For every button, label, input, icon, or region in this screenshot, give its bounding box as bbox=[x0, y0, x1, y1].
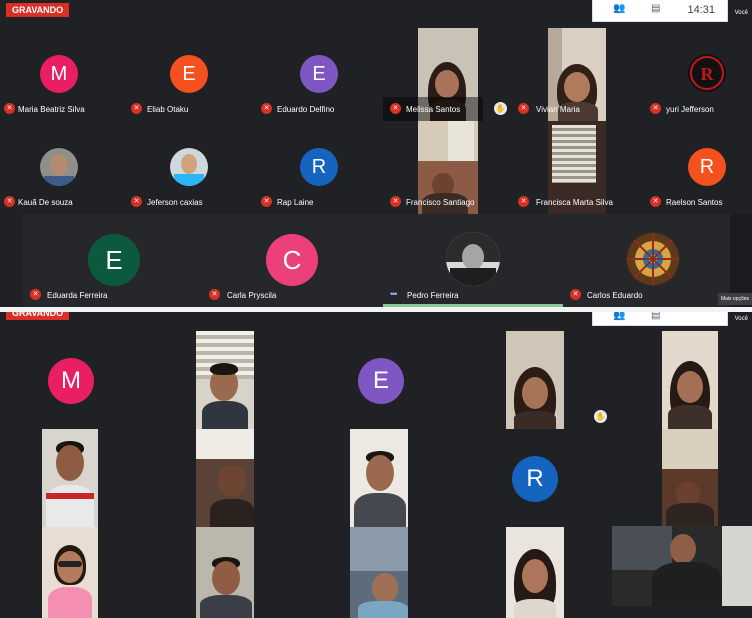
video-tile-b11 bbox=[506, 527, 564, 618]
avatar-e: E bbox=[358, 358, 404, 404]
video-tile-b7 bbox=[662, 429, 718, 527]
video-tile-b6 bbox=[350, 429, 408, 527]
active-speaker-bar bbox=[383, 304, 563, 307]
speaking-dots-icon: ••• bbox=[390, 289, 398, 299]
avatar-eduardo-delfino: E bbox=[300, 55, 338, 93]
video-tile-b5 bbox=[196, 429, 254, 527]
meeting-grid-bottom: M E ✋ R GRAVANDO 👥 ▤ Você bbox=[0, 312, 752, 618]
mic-off-icon: ✕ bbox=[570, 289, 581, 300]
video-tile-b10 bbox=[350, 527, 408, 618]
hand-icon: ✋ bbox=[494, 102, 507, 115]
participant-name: Francisco Santiago bbox=[406, 198, 475, 207]
participant-name: Pedro Ferreira bbox=[407, 291, 459, 300]
mic-off-icon: ✕ bbox=[131, 196, 142, 207]
chat-icon[interactable]: ▤ bbox=[651, 312, 660, 321]
people-icon[interactable]: 👥 bbox=[613, 312, 625, 321]
participant-name: Francisca Marta Silva bbox=[536, 198, 613, 207]
participant-name: Eduarda Ferreira bbox=[47, 291, 108, 300]
mic-off-icon: ✕ bbox=[518, 196, 529, 207]
participant-name: Maria Beatriz Silva bbox=[18, 105, 85, 114]
participant-name: Eduardo Delfino bbox=[277, 105, 335, 114]
avatar-yuri-logo: R bbox=[688, 54, 726, 92]
mic-off-icon: ✕ bbox=[390, 103, 401, 114]
avatar-eduarda: E bbox=[88, 234, 140, 286]
clock: 14:31 bbox=[687, 4, 715, 16]
self-label: Você bbox=[734, 316, 748, 322]
avatar-m: M bbox=[48, 358, 94, 404]
recording-badge: GRAVANDO bbox=[6, 312, 70, 320]
video-tile-b1 bbox=[196, 331, 254, 429]
avatar-pedro bbox=[446, 232, 500, 286]
video-tile-b4 bbox=[42, 429, 98, 527]
avatar-eliab: E bbox=[170, 55, 208, 93]
mic-off-icon: ✕ bbox=[261, 196, 272, 207]
participant-name: Carlos Eduardo bbox=[587, 291, 643, 300]
avatar-r: R bbox=[512, 456, 558, 502]
video-tile-b8 bbox=[42, 527, 98, 618]
video-tile-b2 bbox=[506, 331, 564, 429]
participant-name: Jeferson caxias bbox=[147, 198, 203, 207]
participant-name: Kauã De souza bbox=[18, 198, 73, 207]
meeting-grid-top: M ✕ Maria Beatriz Silva E ✕ Eliab Otaku … bbox=[0, 0, 752, 307]
avatar-rap-laine: R bbox=[300, 148, 338, 186]
video-tile-b3 bbox=[662, 331, 718, 429]
mic-off-icon: ✕ bbox=[4, 196, 15, 207]
avatar-raelson: R bbox=[688, 148, 726, 186]
participant-name: Eliab Otaku bbox=[147, 105, 189, 114]
mic-off-icon: ✕ bbox=[131, 103, 142, 114]
participant-name: yuri Jefferson bbox=[666, 105, 714, 114]
participant-name: Vivian Maria bbox=[536, 105, 580, 114]
participant-name: Raelson Santos bbox=[666, 198, 723, 207]
recording-badge: GRAVANDO bbox=[6, 3, 70, 17]
avatar-jeferson bbox=[170, 148, 208, 186]
hand-icon: ✋ bbox=[594, 410, 607, 423]
self-label: Você bbox=[734, 10, 748, 16]
mic-off-icon: ✕ bbox=[650, 103, 661, 114]
mic-off-icon: ✕ bbox=[650, 196, 661, 207]
mic-off-icon: ✕ bbox=[4, 103, 15, 114]
avatar-carlos bbox=[626, 232, 680, 286]
participant-name: Rap Laine bbox=[277, 198, 314, 207]
chat-icon[interactable]: ▤ bbox=[651, 3, 660, 14]
avatar-carla: C bbox=[266, 234, 318, 286]
meeting-info-box: 👥 ▤ bbox=[592, 312, 728, 326]
svg-text:R: R bbox=[701, 64, 715, 84]
mic-off-icon: ✕ bbox=[30, 289, 41, 300]
participant-name: Carla Pryscila bbox=[227, 291, 277, 300]
avatar-kaua bbox=[40, 148, 78, 186]
mic-off-icon: ✕ bbox=[209, 289, 220, 300]
people-icon[interactable]: 👥 bbox=[613, 3, 625, 14]
video-tile-b12 bbox=[612, 526, 752, 606]
meeting-info-box: 👥 ▤ 14:31 bbox=[592, 0, 728, 22]
mic-off-icon: ✕ bbox=[261, 103, 272, 114]
avatar-maria-beatriz: M bbox=[40, 55, 78, 93]
mic-off-icon: ✕ bbox=[518, 103, 529, 114]
participant-name: Melissa Santos bbox=[406, 105, 461, 114]
more-options-button[interactable]: Mais opções bbox=[718, 293, 752, 305]
video-tile-b9 bbox=[196, 527, 254, 618]
mic-off-icon: ✕ bbox=[390, 196, 401, 207]
